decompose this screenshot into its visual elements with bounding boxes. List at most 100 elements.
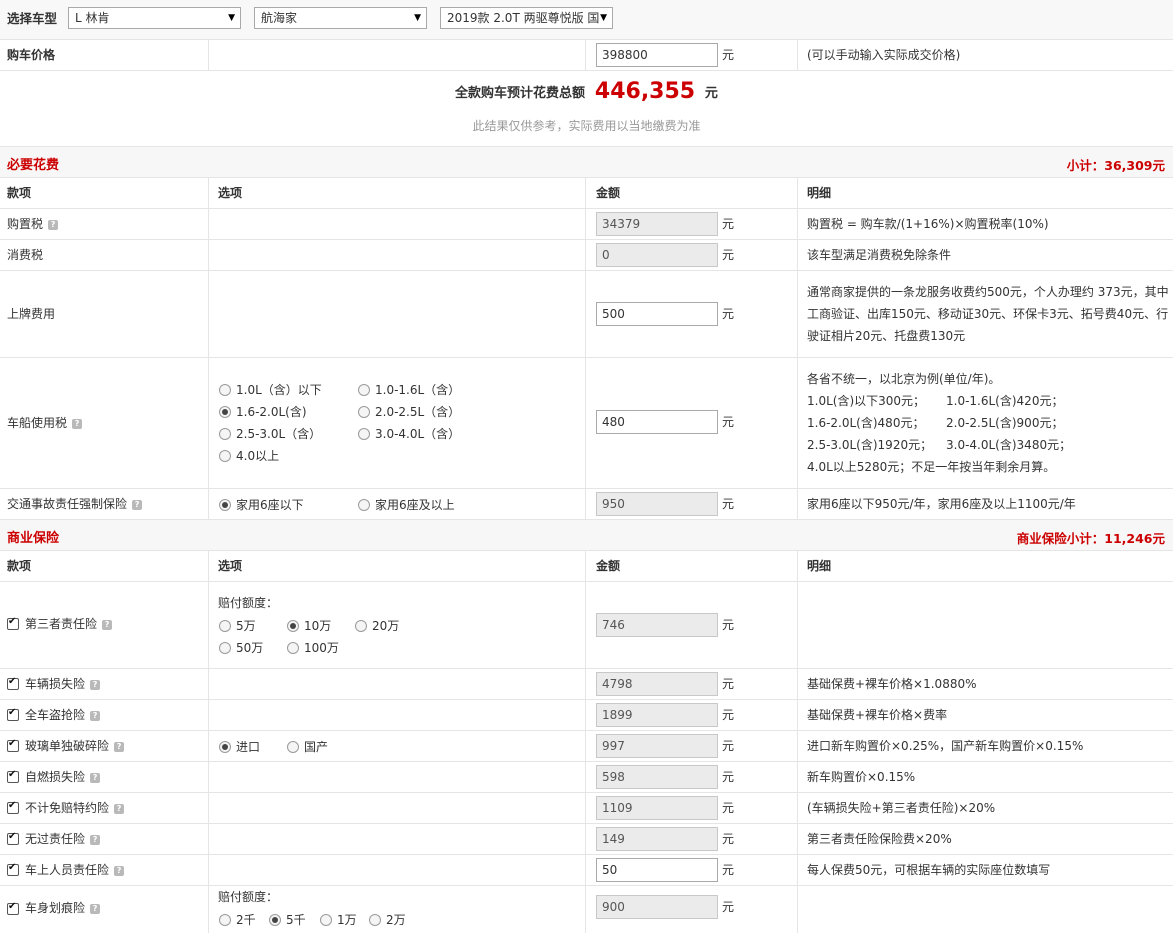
vessel-tax-option[interactable]: 1.6-2.0L(含) [219,403,307,420]
question-help-icon[interactable]: ? [90,679,101,690]
question-help-icon[interactable]: ? [102,619,113,630]
question-help-icon[interactable]: ? [48,219,59,230]
self-ignition-detail: 新车购置价×0.15% [807,770,916,784]
vessel-tax-option[interactable]: 2.5-3.0L（含） [219,425,321,442]
vessel-tax-option[interactable]: 1.0-1.6L（含） [358,381,460,398]
vessel-tax-option[interactable]: 1.0L（含）以下 [219,381,322,398]
vehicle-damage-detail: 基础保费+裸车价格×1.0880% [807,677,977,691]
radio-icon [287,740,299,753]
unit-yuan: 元 [722,307,735,321]
series-select-value: 航海家 [261,11,298,25]
compulsory-option[interactable]: 家用6座及以上 [358,496,455,513]
checkbox-checked-icon[interactable] [7,676,19,690]
no-fault-amount [596,827,718,851]
total-value: 446,355 [594,79,696,104]
chevron-down-icon: ▼ [228,13,235,23]
third-party-option[interactable]: 50万 [219,639,263,656]
checkbox-checked-icon[interactable] [7,901,19,915]
model-select[interactable]: 2019款 2.0T 两驱尊悦版 国 ▼ [440,7,613,29]
question-help-icon[interactable]: ? [72,418,83,429]
vessel-tax-option[interactable]: 3.0-4.0L（含） [358,425,460,442]
question-help-icon[interactable]: ? [90,772,101,783]
third-party-option[interactable]: 10万 [287,617,331,634]
question-help-icon[interactable]: ? [114,803,125,814]
consumption-tax-row: 消费税 元 该车型满足消费税免除条件 [0,240,1173,271]
scratch-option[interactable]: 2千 [219,911,256,928]
unit-yuan: 元 [722,677,735,691]
compulsory-option[interactable]: 家用6座以下 [219,496,304,513]
third-party-label: 第三者责任险? [25,616,113,632]
plate-fee-row: 上牌费用 元 通常商家提供的一条龙服务收费约500元，个人办理约 373元，其中… [0,271,1173,358]
checkbox-checked-icon[interactable] [7,707,19,721]
third-party-amount [596,613,718,637]
checkbox-checked-icon[interactable] [7,769,19,783]
question-help-icon[interactable]: ? [90,710,101,721]
vessel-tax-detail-line: 1.0L(含)以下300元； [807,394,926,408]
purchase-price-note: (可以手动输入实际成交价格) [807,48,961,62]
scratch-option[interactable]: 5千 [269,911,306,928]
total-summary: 全款购车预计花费总额 446,355 元 此结果仅供参考，实际费用以当地缴费为准 [0,71,1173,147]
unit-yuan: 元 [722,863,735,877]
vessel-tax-detail-line: 各省不统一，以北京为例(单位/年)。 [807,372,1001,386]
no-fault-detail: 第三者责任险保险费×20% [807,832,952,846]
vessel-tax-detail-line: 2.5-3.0L(含)1920元； [807,438,933,452]
question-help-icon[interactable]: ? [90,903,101,914]
checkbox-checked-icon[interactable] [7,738,19,752]
total-unit: 元 [704,86,718,101]
scratch-option[interactable]: 1万 [320,911,357,928]
checkbox-checked-icon[interactable] [7,862,19,876]
commercial-section-title: 商业保险 [7,531,60,546]
col-amount: 金额 [596,559,621,573]
theft-amount [596,703,718,727]
commercial-section-header: 商业保险 商业保险小计：11,246元 [0,520,1173,551]
deductible-row: 不计免赔特约险? 元 (车辆损失险+第三者责任险)×20% [0,793,1173,824]
third-party-option[interactable]: 100万 [287,639,339,656]
unit-yuan: 元 [722,618,735,632]
checkbox-checked-icon[interactable] [7,831,19,845]
radio-icon [358,427,370,440]
radio-selected-icon [219,405,231,418]
compulsory-insurance-amount [596,492,718,516]
unit-yuan: 元 [722,415,735,429]
passenger-input[interactable] [596,858,718,882]
checkbox-checked-icon[interactable] [7,800,19,814]
purchase-price-input[interactable] [596,43,718,67]
brand-select[interactable]: L 林肯 ▼ [68,7,241,29]
scratch-option[interactable]: 2万 [369,911,406,928]
question-help-icon[interactable]: ? [114,865,125,876]
passenger-row: 车上人员责任险? 元 每人保费50元，可根据车辆的实际座位数填写 [0,855,1173,886]
vessel-tax-option[interactable]: 4.0以上 [219,447,279,464]
radio-selected-icon [287,619,299,632]
third-party-option[interactable]: 20万 [355,617,399,634]
checkbox-checked-icon[interactable] [7,616,19,630]
series-select[interactable]: 航海家 ▼ [254,7,427,29]
unit-yuan: 元 [722,217,735,231]
glass-option[interactable]: 进口 [219,738,260,755]
chevron-down-icon: ▼ [600,13,607,23]
vessel-tax-detail-line: 4.0L以上5280元；不足一年按当年剩余月算。 [807,460,1056,474]
vessel-tax-detail-line: 3.0-4.0L(含)3480元； [946,438,1072,452]
glass-option[interactable]: 国产 [287,738,328,755]
third-party-coverage-label: 赔付额度： [218,596,279,610]
theft-detail: 基础保费+裸车价格×费率 [807,708,948,722]
unit-yuan: 元 [722,801,735,815]
col-detail: 明细 [807,559,832,573]
col-item: 款项 [7,186,32,200]
commercial-column-headers: 款项 选项 金额 明细 [0,551,1173,582]
required-section-header: 必要花费 小计：36,309元 [0,147,1173,178]
compulsory-insurance-label: 交通事故责任强制保险? [7,496,143,512]
vessel-tax-row: 车船使用税? 1.0L（含）以下 1.0-1.6L（含） 1.6-2.0L(含)… [0,358,1173,489]
third-party-option[interactable]: 5万 [219,617,256,634]
plate-fee-input[interactable] [596,302,718,326]
question-help-icon[interactable]: ? [132,499,143,510]
question-help-icon[interactable]: ? [90,834,101,845]
plate-fee-detail-line: 驶证相片20元、托盘费130元 [807,329,966,343]
unit-yuan: 元 [722,497,735,511]
glass-label: 玻璃单独破碎险? [25,738,125,754]
vessel-tax-option[interactable]: 2.0-2.5L（含） [358,403,460,420]
self-ignition-label: 自燃损失险? [25,769,101,785]
question-help-icon[interactable]: ? [114,741,125,752]
vehicle-damage-amount [596,672,718,696]
vessel-tax-input[interactable] [596,410,718,434]
self-ignition-amount [596,765,718,789]
